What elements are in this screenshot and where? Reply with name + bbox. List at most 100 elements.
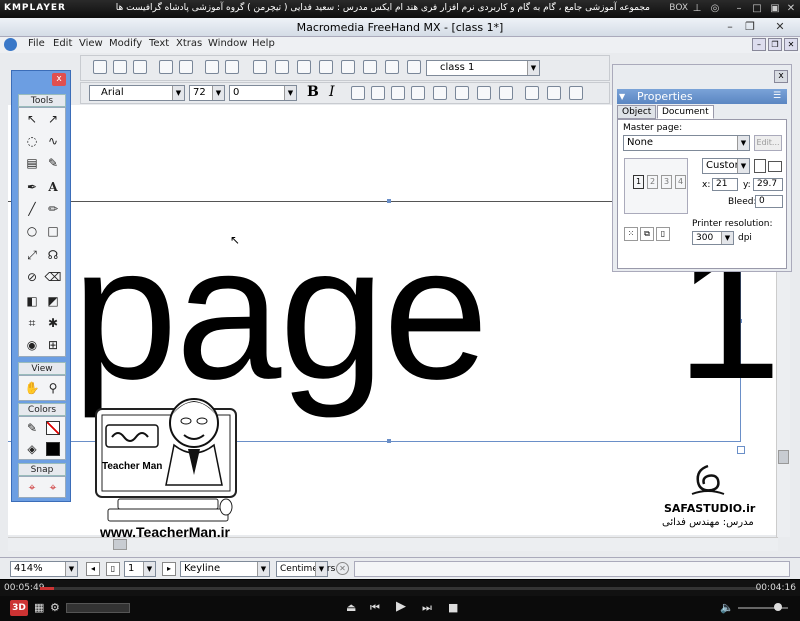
group-icon[interactable] [253,60,267,74]
attach-path-icon[interactable] [455,86,469,100]
extrude-tool-icon[interactable]: ◧ [23,292,41,310]
settings-gear-icon[interactable]: ⚙ [50,601,60,614]
page-tool-icon[interactable]: ▤ [23,154,41,172]
fill-swatch[interactable] [46,442,60,456]
chevron-down-icon[interactable]: ▼ [527,61,539,75]
pencil-tool-icon[interactable]: ✏ [44,200,62,218]
add-page-icon[interactable]: ⁙ [624,227,638,241]
menu-window[interactable]: Window [208,38,247,49]
properties-header[interactable]: Properties [617,89,787,104]
ellipse-tool-icon[interactable]: ○ [23,222,41,240]
doc-restore-icon[interactable]: ❐ [768,38,782,51]
menu-help[interactable]: Help [252,38,275,49]
symbols-icon[interactable] [341,60,355,74]
eraser-tool-icon[interactable]: ⌫ [44,268,62,286]
duplicate-page-icon[interactable]: ⧉ [640,227,654,241]
knife-tool-icon[interactable]: ⊘ [23,268,41,286]
volume-knob[interactable] [774,603,782,611]
chevron-down-icon[interactable]: ▼ [284,86,296,100]
view-mode-select[interactable]: Keyline ▼ [180,561,270,577]
player-close-icon[interactable]: ✕ [784,2,798,16]
flow-inside-icon[interactable] [477,86,491,100]
stop-icon[interactable]: ■ [448,601,458,614]
columns-icon[interactable] [525,86,539,100]
lock-icon[interactable] [205,60,219,74]
menu-file[interactable]: File [28,38,45,49]
freeform-tool-icon[interactable]: ☊ [44,246,62,264]
chevron-down-icon[interactable]: ▼ [737,136,749,150]
rectangle-tool-icon[interactable]: □ [44,222,62,240]
line-tool-icon[interactable]: ╱ [23,200,41,218]
skin-icon[interactable]: ◎ [708,2,722,16]
halftone-icon[interactable] [407,60,421,74]
subselect-tool-icon[interactable]: ↗ [44,110,62,128]
horizontal-scroll-thumb[interactable] [113,539,127,550]
page-select[interactable]: class 1 ▼ [426,60,540,76]
stroke-swatch[interactable] [46,421,60,435]
chevron-down-icon[interactable]: ▼ [737,159,749,173]
chevron-down-icon[interactable]: ▼ [257,562,269,576]
tools-close-button[interactable]: x [52,73,66,86]
minimize-icon[interactable]: – [720,20,740,34]
chevron-down-icon[interactable]: ▼ [315,562,327,576]
lasso-tool-icon[interactable]: ◌ [23,132,41,150]
x-field[interactable]: 21 [712,178,738,191]
chevron-down-icon[interactable]: ▼ [212,86,224,100]
zoom-tool-icon[interactable]: ⚲ [44,379,62,397]
library-icon[interactable] [319,60,333,74]
tab-object[interactable]: Object [617,105,657,119]
align-icon[interactable] [275,60,289,74]
selection-handle[interactable] [387,199,391,203]
eyedropper-tool-icon[interactable]: ✎ [44,154,62,172]
convert-outlines-icon[interactable] [499,86,513,100]
vertical-scroll-thumb[interactable] [778,450,789,464]
close-icon[interactable]: ✕ [770,20,790,34]
save-icon[interactable] [133,60,147,74]
remove-page-icon[interactable]: ▯ [656,227,670,241]
tab-document[interactable]: Document [657,105,714,119]
play-icon[interactable]: ▶ [396,599,406,614]
crop-tool-icon[interactable]: ⌗ [23,314,41,332]
selection-handle[interactable] [387,439,391,443]
page-size-select[interactable]: Custom ▼ [702,158,750,174]
portrait-icon[interactable] [754,159,766,173]
spell-icon[interactable] [547,86,561,100]
bold-icon[interactable]: B [307,84,319,100]
collapse-arrow-icon[interactable]: ▼ [619,92,625,101]
editor-icon[interactable] [569,86,583,100]
layers-icon[interactable] [297,60,311,74]
text-tool-icon[interactable]: A [44,178,62,196]
bleed-field[interactable]: 0 [755,195,783,208]
canvas-text-page[interactable]: page [72,218,489,408]
new-icon[interactable] [93,60,107,74]
chevron-down-icon[interactable]: ▼ [65,562,77,576]
chevron-down-icon[interactable]: ▼ [143,562,155,576]
eject-icon[interactable]: ⏏ [346,601,356,614]
chevron-down-icon[interactable]: ▼ [721,232,733,244]
justify-icon[interactable] [411,86,425,100]
master-page-select[interactable]: None ▼ [623,135,750,151]
units-select[interactable]: Centimeters ▼ [276,561,335,577]
menu-xtras[interactable]: Xtras [176,38,202,49]
printer-resolution-select[interactable]: 300 ▼ [692,231,734,245]
zoom-select[interactable]: 414% ▼ [10,561,78,577]
export-icon[interactable] [179,60,193,74]
box-button[interactable]: BOX [669,3,688,13]
align-right-icon[interactable] [391,86,405,100]
perspective-tool-icon[interactable]: ◩ [44,292,62,310]
resize-handle[interactable] [737,446,745,454]
menu-view[interactable]: View [79,38,103,49]
swatches-icon[interactable] [363,60,377,74]
playlist-icon[interactable]: ▦ [34,601,44,614]
properties-close-button[interactable]: x [774,70,788,83]
leading-field[interactable]: 0 ▼ [229,85,297,101]
doc-minimize-icon[interactable]: – [752,38,766,51]
next-page-icon[interactable]: ▸ [162,562,176,576]
volume-icon[interactable]: 🔈 [720,601,734,614]
player-minimize-icon[interactable]: – [732,2,746,16]
player-fullscreen-icon[interactable]: ▣ [768,2,782,16]
font-size-field[interactable]: 72 ▼ [189,85,225,101]
chart-tool-icon[interactable]: ◉ [23,336,41,354]
pointer-tool-icon[interactable]: ↖ [23,110,41,128]
fill-color-icon[interactable]: ◈ [23,440,41,458]
